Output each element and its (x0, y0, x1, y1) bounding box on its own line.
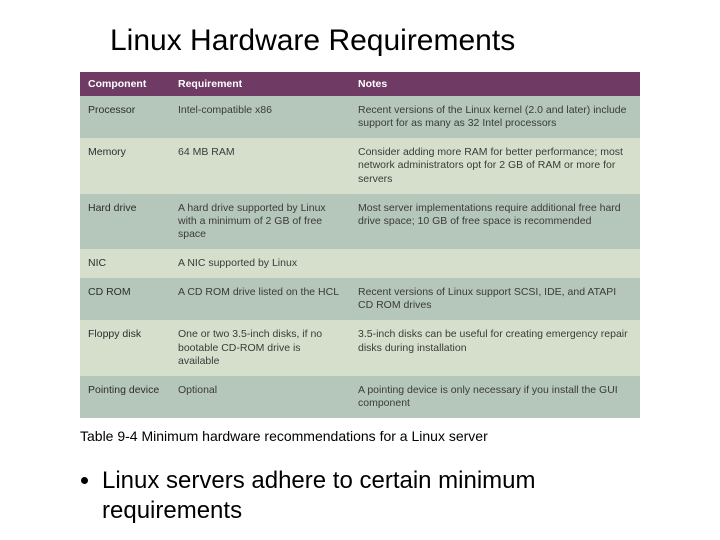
cell-component: Memory (80, 138, 170, 193)
cell-requirement: Intel-compatible x86 (170, 96, 350, 138)
slide-title: Linux Hardware Requirements (110, 24, 680, 58)
cell-notes: Most server implementations require addi… (350, 194, 640, 249)
cell-component: Processor (80, 96, 170, 138)
table-row: Pointing device Optional A pointing devi… (80, 376, 640, 418)
cell-notes (350, 249, 640, 278)
cell-requirement: A hard drive supported by Linux with a m… (170, 194, 350, 249)
cell-notes: Recent versions of the Linux kernel (2.0… (350, 96, 640, 138)
cell-component: CD ROM (80, 278, 170, 320)
cell-component: Pointing device (80, 376, 170, 418)
slide: Linux Hardware Requirements Component Re… (0, 0, 720, 540)
bullet-item: Linux servers adhere to certain minimum … (102, 466, 680, 526)
col-header-requirement: Requirement (170, 72, 350, 96)
cell-requirement: 64 MB RAM (170, 138, 350, 193)
cell-requirement: One or two 3.5-inch disks, if no bootabl… (170, 320, 350, 375)
cell-requirement: A NIC supported by Linux (170, 249, 350, 278)
table-caption: Table 9-4 Minimum hardware recommendatio… (80, 428, 640, 444)
cell-notes: Consider adding more RAM for better perf… (350, 138, 640, 193)
col-header-component: Component (80, 72, 170, 96)
cell-notes: 3.5-inch disks can be useful for creatin… (350, 320, 640, 375)
cell-component: NIC (80, 249, 170, 278)
table-row: Memory 64 MB RAM Consider adding more RA… (80, 138, 640, 193)
col-header-notes: Notes (350, 72, 640, 96)
table-row: CD ROM A CD ROM drive listed on the HCL … (80, 278, 640, 320)
bullet-list: Linux servers adhere to certain minimum … (80, 466, 680, 526)
table-header-row: Component Requirement Notes (80, 72, 640, 96)
table-row: Hard drive A hard drive supported by Lin… (80, 194, 640, 249)
cell-notes: A pointing device is only necessary if y… (350, 376, 640, 418)
requirements-table: Component Requirement Notes Processor In… (80, 72, 640, 418)
table-row: NIC A NIC supported by Linux (80, 249, 640, 278)
table-row: Floppy disk One or two 3.5-inch disks, i… (80, 320, 640, 375)
cell-requirement: Optional (170, 376, 350, 418)
cell-requirement: A CD ROM drive listed on the HCL (170, 278, 350, 320)
cell-component: Hard drive (80, 194, 170, 249)
table-row: Processor Intel-compatible x86 Recent ve… (80, 96, 640, 138)
cell-notes: Recent versions of Linux support SCSI, I… (350, 278, 640, 320)
cell-component: Floppy disk (80, 320, 170, 375)
